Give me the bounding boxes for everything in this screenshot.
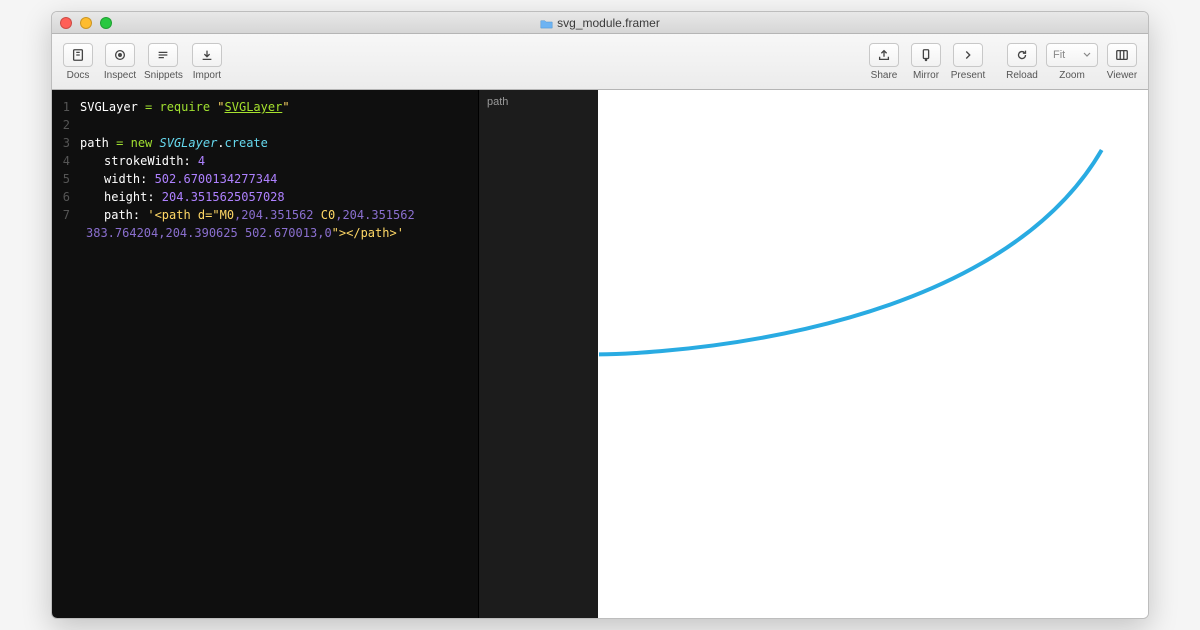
- maximize-button[interactable]: [100, 17, 112, 29]
- mirror-icon: [919, 48, 933, 62]
- line-number: 1: [52, 98, 80, 116]
- present-button[interactable]: Present: [950, 43, 986, 81]
- app-window: svg_module.framer Docs Inspect Snippets …: [51, 11, 1149, 619]
- panels-icon: [1115, 48, 1129, 62]
- inspect-label: Inspect: [104, 70, 136, 81]
- docs-button[interactable]: Docs: [60, 43, 96, 81]
- import-label: Import: [193, 70, 221, 81]
- import-button[interactable]: Import: [189, 43, 225, 81]
- svg-path-preview: [598, 90, 1148, 370]
- line-number: 6: [52, 188, 80, 206]
- code-editor[interactable]: 1 SVGLayer = require "SVGLayer" 2 3 path…: [52, 90, 478, 618]
- line-number: 5: [52, 170, 80, 188]
- inspect-button[interactable]: Inspect: [102, 43, 138, 81]
- zoom-value: Fit: [1053, 49, 1065, 61]
- download-icon: [200, 48, 214, 62]
- close-button[interactable]: [60, 17, 72, 29]
- present-label: Present: [951, 70, 985, 81]
- share-button[interactable]: Share: [866, 43, 902, 81]
- toolbar: Docs Inspect Snippets Import Share: [52, 34, 1148, 90]
- reload-button[interactable]: Reload: [1004, 43, 1040, 81]
- share-icon: [877, 48, 891, 62]
- preview-canvas[interactable]: [598, 90, 1148, 618]
- content-area: 1 SVGLayer = require "SVGLayer" 2 3 path…: [52, 90, 1148, 618]
- toolbar-reload-group: Reload Fit Zoom Viewer: [1004, 43, 1140, 81]
- chevron-right-icon: [961, 48, 975, 62]
- reload-label: Reload: [1006, 70, 1038, 81]
- lines-icon: [156, 48, 170, 62]
- zoom-select[interactable]: Fit Zoom: [1046, 43, 1098, 81]
- folder-icon: [540, 18, 553, 28]
- line-number: 3: [52, 134, 80, 152]
- title-text: svg_module.framer: [557, 16, 660, 30]
- chevron-down-icon: [1083, 51, 1091, 59]
- share-label: Share: [871, 70, 898, 81]
- mirror-label: Mirror: [913, 70, 939, 81]
- mirror-button[interactable]: Mirror: [908, 43, 944, 81]
- viewer-button[interactable]: Viewer: [1104, 43, 1140, 81]
- book-icon: [71, 48, 85, 62]
- layers-panel[interactable]: path: [478, 90, 598, 618]
- snippets-label: Snippets: [144, 70, 183, 81]
- zoom-label: Zoom: [1059, 70, 1085, 81]
- minimize-button[interactable]: [80, 17, 92, 29]
- viewer-label: Viewer: [1107, 70, 1137, 81]
- curve-path: [599, 150, 1102, 354]
- line-number: 2: [52, 116, 80, 134]
- docs-label: Docs: [67, 70, 90, 81]
- titlebar[interactable]: svg_module.framer: [52, 12, 1148, 34]
- line-number: 4: [52, 152, 80, 170]
- toolbar-share-group: Share Mirror Present: [866, 43, 986, 81]
- line-number: [52, 224, 80, 242]
- line-number: 7: [52, 206, 80, 224]
- traffic-lights: [60, 17, 112, 29]
- reload-icon: [1015, 48, 1029, 62]
- toolbar-left-group: Docs Inspect Snippets Import: [60, 43, 225, 81]
- window-title: svg_module.framer: [52, 16, 1148, 30]
- layer-item-path[interactable]: path: [487, 96, 590, 108]
- target-icon: [113, 48, 127, 62]
- snippets-button[interactable]: Snippets: [144, 43, 183, 81]
